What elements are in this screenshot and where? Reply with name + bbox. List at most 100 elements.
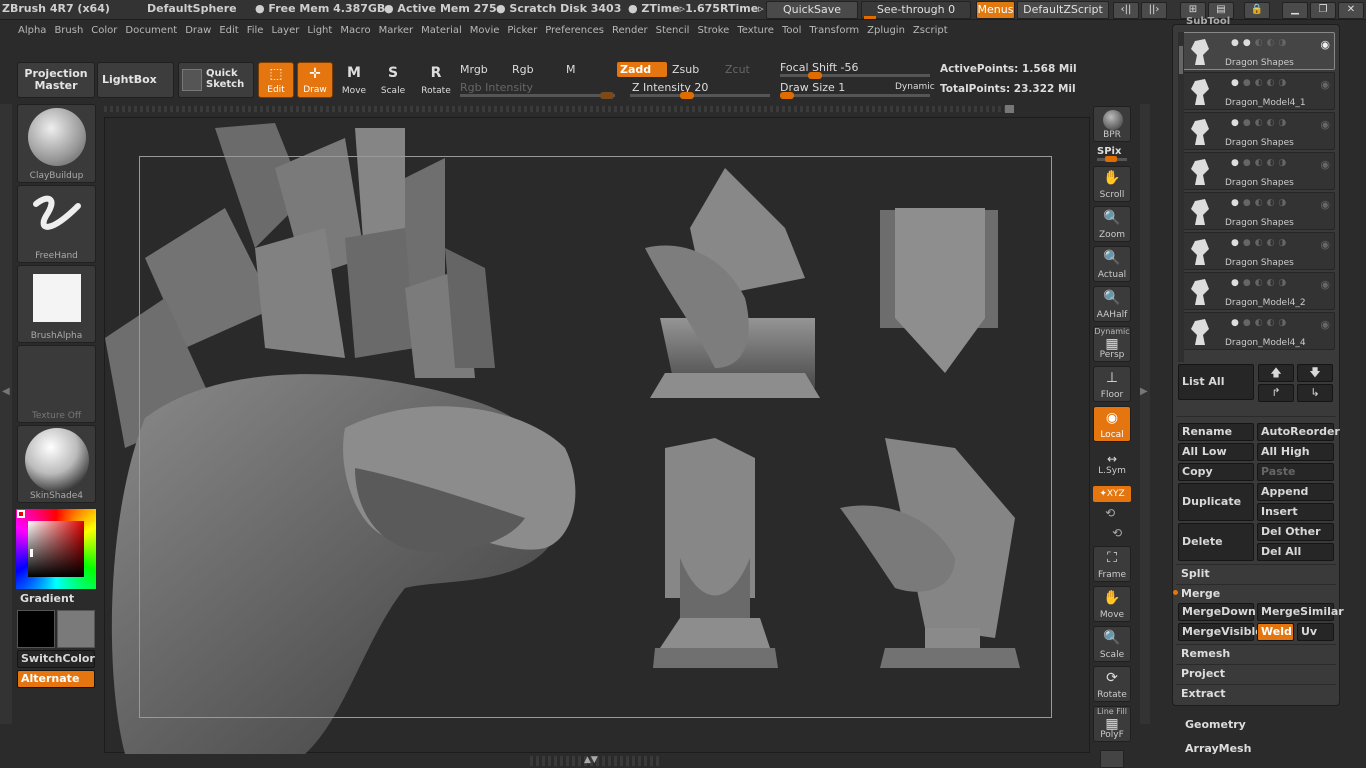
rename-button[interactable]: Rename xyxy=(1178,423,1254,441)
bpr-button[interactable]: BPR xyxy=(1093,106,1131,142)
subtool-scrollbar[interactable] xyxy=(1178,32,1184,362)
menu-zscript[interactable]: Zscript xyxy=(913,22,948,40)
duplicate-button[interactable]: Duplicate xyxy=(1178,483,1254,521)
visibility-eye-icon[interactable]: ◉ xyxy=(1320,238,1330,251)
menus-button[interactable]: Menus xyxy=(976,1,1015,19)
transp-button[interactable] xyxy=(1100,750,1124,768)
rgb-intensity-track[interactable] xyxy=(460,92,615,99)
merge-down-button[interactable]: MergeDown xyxy=(1178,603,1256,621)
subtool-mode-icons[interactable]: ●●◐◐◑ xyxy=(1231,238,1290,248)
persp-button[interactable]: Dynamic ▦ Persp xyxy=(1093,326,1131,362)
default-zscript-button[interactable]: DefaultZScript xyxy=(1017,1,1109,19)
rotate-y-icon[interactable]: ⟲ xyxy=(1105,506,1115,520)
zadd-toggle[interactable]: Zadd xyxy=(617,62,667,77)
move-view-button[interactable]: ✋ Move xyxy=(1093,586,1131,622)
zsub-toggle[interactable]: Zsub xyxy=(672,63,699,76)
autoreorder-button[interactable]: AutoReorder xyxy=(1257,423,1340,441)
arraymesh-section[interactable]: ArrayMesh xyxy=(1185,742,1251,755)
dynamic-toggle[interactable]: Dynamic xyxy=(895,82,935,92)
menu-transform[interactable]: Transform xyxy=(809,22,859,40)
rotate-view-button[interactable]: ⟳ Rotate xyxy=(1093,666,1131,702)
append-button[interactable]: Append xyxy=(1257,483,1334,501)
menu-material[interactable]: Material xyxy=(421,22,462,40)
mrgb-toggle[interactable]: Mrgb xyxy=(460,63,488,76)
spix-track[interactable] xyxy=(1097,156,1127,162)
texture-slot[interactable]: Texture Off xyxy=(17,345,96,423)
del-all-button[interactable]: Del All xyxy=(1257,543,1334,561)
draw-size-track[interactable] xyxy=(780,92,930,99)
rgb-intensity-slider[interactable]: Rgb Intensity xyxy=(460,81,533,94)
subtool-mode-icons[interactable]: ●●◐◐◑ xyxy=(1231,78,1290,88)
rotate-mode-button[interactable]: R Rotate xyxy=(418,62,454,98)
bottom-tray-arrow-icon[interactable]: ▲▼ xyxy=(584,755,598,765)
secondary-color-swatch[interactable] xyxy=(57,610,95,648)
move-mode-button[interactable]: M Move xyxy=(339,62,369,98)
menu-stencil[interactable]: Stencil xyxy=(656,22,690,40)
subtool-mode-icons[interactable]: ●●◐◐◑ xyxy=(1231,118,1290,128)
draw-mode-button[interactable]: ✛ Draw xyxy=(297,62,333,98)
weld-toggle[interactable]: Weld xyxy=(1257,623,1294,641)
m-toggle[interactable]: M xyxy=(566,63,576,76)
extract-section[interactable]: Extract xyxy=(1181,687,1226,700)
floor-button[interactable]: ⊥ Floor xyxy=(1093,366,1131,402)
subtool-item[interactable]: ●●◐◐◑ ◉ Dragon_Model4_2 xyxy=(1180,272,1335,310)
color-picker-square[interactable] xyxy=(28,521,84,577)
alpha-slot[interactable]: BrushAlpha xyxy=(17,265,96,343)
visibility-eye-icon[interactable]: ◉ xyxy=(1320,278,1330,291)
del-other-button[interactable]: Del Other xyxy=(1257,523,1334,541)
paste-button[interactable]: Paste xyxy=(1257,463,1334,481)
subtool-item[interactable]: ●●◐◐◑ ◉ Dragon Shapes xyxy=(1180,32,1335,70)
polyf-button[interactable]: Line Fill ▦ PolyF xyxy=(1093,706,1131,742)
quick-sketch-button[interactable]: Quick Sketch xyxy=(178,62,254,98)
subtool-header[interactable]: SubTool xyxy=(1186,16,1230,27)
visibility-eye-icon[interactable]: ◉ xyxy=(1320,118,1330,131)
delete-button[interactable]: Delete xyxy=(1178,523,1254,561)
subtool-mode-icons[interactable]: ●●◐◐◑ xyxy=(1231,278,1290,288)
geometry-section[interactable]: Geometry xyxy=(1185,718,1246,731)
visibility-eye-icon[interactable]: ◉ xyxy=(1320,78,1330,91)
lock-icon[interactable]: 🔒 xyxy=(1244,2,1270,19)
merge-section[interactable]: Merge xyxy=(1181,587,1220,600)
scale-mode-button[interactable]: S Scale xyxy=(378,62,408,98)
top-ruler-handle[interactable] xyxy=(1005,105,1014,113)
subtool-scroll-thumb[interactable] xyxy=(1179,46,1183,74)
menu-layer[interactable]: Layer xyxy=(271,22,299,40)
merge-visible-button[interactable]: MergeVisible xyxy=(1178,623,1263,641)
subtool-item[interactable]: ●●◐◐◑ ◉ Dragon Shapes xyxy=(1180,112,1335,150)
menu-marker[interactable]: Marker xyxy=(379,22,414,40)
menu-macro[interactable]: Macro xyxy=(340,22,370,40)
menu-draw[interactable]: Draw xyxy=(185,22,211,40)
subtool-item[interactable]: ●●◐◐◑ ◉ Dragon Shapes xyxy=(1180,232,1335,270)
menu-light[interactable]: Light xyxy=(307,22,332,40)
list-all-button[interactable]: List All xyxy=(1178,364,1254,400)
left-tray-strip[interactable]: ◀ xyxy=(0,104,12,724)
subtool-item[interactable]: ●●◐◐◑ ◉ Dragon Shapes xyxy=(1180,152,1335,190)
menu-file[interactable]: File xyxy=(247,22,264,40)
lightbox-button[interactable]: LightBox xyxy=(97,62,174,98)
zoom-button[interactable]: 🔍 Zoom xyxy=(1093,206,1131,242)
visibility-eye-icon[interactable]: ◉ xyxy=(1320,38,1330,51)
projection-master-button[interactable]: Projection Master xyxy=(17,62,95,98)
z-intensity-slider[interactable]: Z Intensity 20 xyxy=(632,81,708,94)
layout-prev-icon[interactable]: ‹|| xyxy=(1113,2,1139,19)
maximize-icon[interactable]: ❐ xyxy=(1310,2,1336,19)
move-up-icon[interactable]: 🡅 xyxy=(1258,364,1294,382)
menu-stroke[interactable]: Stroke xyxy=(697,22,729,40)
redo-arrow-icon[interactable]: ↱ xyxy=(1258,384,1294,402)
minimize-icon[interactable]: ▁ xyxy=(1282,2,1308,19)
material-slot[interactable]: SkinShade4 xyxy=(17,425,96,503)
color-picker-ring[interactable] xyxy=(16,509,96,589)
z-intensity-track[interactable] xyxy=(630,92,770,99)
alternate-button[interactable]: Alternate xyxy=(17,670,95,688)
all-low-button[interactable]: All Low xyxy=(1178,443,1254,461)
menu-tool[interactable]: Tool xyxy=(782,22,801,40)
visibility-eye-icon[interactable]: ◉ xyxy=(1320,318,1330,331)
remesh-section[interactable]: Remesh xyxy=(1181,647,1230,660)
close-icon[interactable]: ✕ xyxy=(1338,2,1364,19)
menu-zplugin[interactable]: Zplugin xyxy=(867,22,905,40)
menu-edit[interactable]: Edit xyxy=(219,22,238,40)
gradient-label[interactable]: Gradient xyxy=(20,592,74,605)
visibility-eye-icon[interactable]: ◉ xyxy=(1320,158,1330,171)
main-color-swatch[interactable] xyxy=(17,610,55,648)
stroke-slot[interactable]: FreeHand xyxy=(17,185,96,263)
